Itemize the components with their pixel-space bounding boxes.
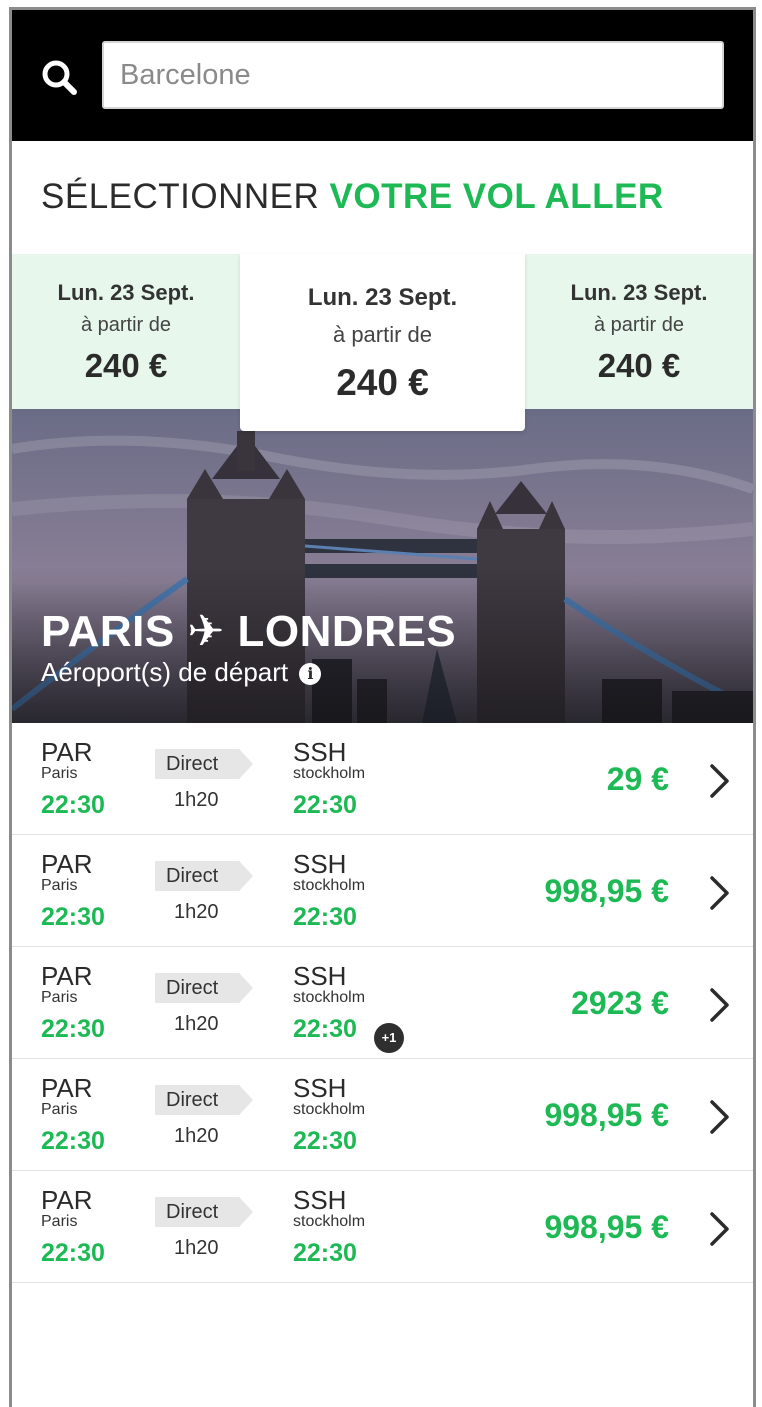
date-tab-price: 240 €	[84, 347, 168, 384]
direct-tag: Direct	[155, 861, 253, 891]
date-tab-selected[interactable]: Lun. 23 Sept. à partir de 240 €	[240, 254, 525, 431]
page-title-accent: VOTRE VOL ALLER	[329, 177, 664, 216]
arrival-code: SSH	[293, 849, 347, 879]
departure-airports-text: Aéroport(s) de départ	[41, 657, 289, 687]
search-input[interactable]	[102, 41, 724, 109]
route-title: PARIS ✈ LONDRES	[41, 607, 457, 656]
next-day-badge: +1	[374, 1023, 404, 1053]
chevron-right-icon[interactable]	[707, 987, 731, 1023]
flight-duration: 1h20	[174, 789, 219, 811]
direct-tag: Direct	[155, 1085, 253, 1115]
departure-time: 22:30	[41, 1015, 105, 1043]
arrival-code: SSH	[293, 1073, 347, 1103]
arrival-city: stockholm	[293, 877, 366, 894]
departure-city: Paris	[41, 989, 78, 1006]
phone-frame: SÉLECTIONNER VOTRE VOL ALLER Lun. 23 Sep…	[9, 7, 756, 1407]
info-icon[interactable]: i	[299, 663, 322, 685]
date-tab-from-label: à partir de	[593, 314, 685, 336]
departure-city: Paris	[41, 1213, 78, 1230]
departure-code: PAR	[41, 849, 93, 879]
arrival-code: SSH	[293, 737, 347, 767]
chevron-right-icon[interactable]	[707, 763, 731, 799]
search-bar	[12, 10, 753, 141]
departure-city: Paris	[41, 765, 78, 782]
flight-price: 998,95 €	[544, 873, 669, 909]
flight-list: PAR Paris 22:30 Direct 1h20 SSH stockhol…	[12, 723, 753, 1283]
arrival-city: stockholm	[293, 1101, 366, 1118]
arrival-time: 22:30	[293, 1015, 357, 1043]
arrival-time: 22:30	[293, 1127, 357, 1155]
departure-time: 22:30	[41, 1127, 105, 1155]
flight-row[interactable]: PAR Paris 22:30 Direct 1h20 SSH stockhol…	[12, 1059, 753, 1171]
arrival-time: 22:30	[293, 903, 357, 931]
chevron-right-icon[interactable]	[707, 875, 731, 911]
date-tab-price: 240 €	[336, 362, 429, 403]
departure-city: Paris	[41, 1101, 78, 1118]
date-tab-date: Lun. 23 Sept.	[307, 284, 458, 311]
flight-row[interactable]: PAR Paris 22:30 Direct 1h20 SSH stockhol…	[12, 1171, 753, 1283]
arrival-city: stockholm	[293, 765, 366, 782]
chevron-right-icon[interactable]	[707, 1099, 731, 1135]
departure-code: PAR	[41, 737, 93, 767]
page-title: SÉLECTIONNER VOTRE VOL ALLER	[41, 177, 664, 217]
flight-row[interactable]: PAR Paris 22:30 Direct 1h20 SSH stockhol…	[12, 723, 753, 835]
departure-time: 22:30	[41, 903, 105, 931]
departure-code: PAR	[41, 961, 93, 991]
direct-tag: Direct	[155, 973, 253, 1003]
arrival-code: SSH	[293, 961, 347, 991]
arrival-time: 22:30	[293, 1239, 357, 1267]
chevron-right-icon[interactable]	[707, 1211, 731, 1247]
arrival-time: 22:30	[293, 791, 357, 819]
date-tab-from-label: à partir de	[80, 314, 172, 336]
departure-city: Paris	[41, 877, 78, 894]
date-tab-price: 240 €	[597, 347, 681, 384]
departure-time: 22:30	[41, 1239, 105, 1267]
flight-duration: 1h20	[174, 1013, 219, 1035]
flight-price: 998,95 €	[544, 1097, 669, 1133]
page-title-prefix: SÉLECTIONNER	[41, 177, 330, 216]
flight-row[interactable]: PAR Paris 22:30 Direct 1h20 SSH stockhol…	[12, 835, 753, 947]
arrival-code: SSH	[293, 1185, 347, 1215]
direct-tag: Direct	[155, 749, 253, 779]
direct-tag: Direct	[155, 1197, 253, 1227]
destination-hero: PARIS ✈ LONDRES Aéroport(s) de départ i	[12, 409, 753, 723]
arrival-city: stockholm	[293, 989, 366, 1006]
flight-price: 29 €	[606, 761, 669, 797]
departure-airports-label[interactable]: Aéroport(s) de départ i	[41, 657, 322, 688]
departure-code: PAR	[41, 1073, 93, 1103]
flight-price: 998,95 €	[544, 1209, 669, 1245]
date-tab-next[interactable]: Lun. 23 Sept. à partir de 240 €	[525, 254, 753, 409]
search-icon[interactable]	[40, 58, 80, 98]
date-tab-previous[interactable]: Lun. 23 Sept. à partir de 240 €	[12, 254, 240, 409]
departure-code: PAR	[41, 1185, 93, 1215]
flight-duration: 1h20	[174, 901, 219, 923]
flight-price: 2923 €	[571, 985, 669, 1021]
flight-duration: 1h20	[174, 1125, 219, 1147]
date-tab-from-label: à partir de	[332, 322, 433, 347]
departure-time: 22:30	[41, 791, 105, 819]
arrival-city: stockholm	[293, 1213, 366, 1230]
flight-row[interactable]: PAR Paris 22:30 Direct 1h20 SSH stockhol…	[12, 947, 753, 1059]
date-tab-date: Lun. 23 Sept.	[57, 280, 195, 305]
flight-duration: 1h20	[174, 1237, 219, 1259]
date-tab-date: Lun. 23 Sept.	[570, 280, 708, 305]
